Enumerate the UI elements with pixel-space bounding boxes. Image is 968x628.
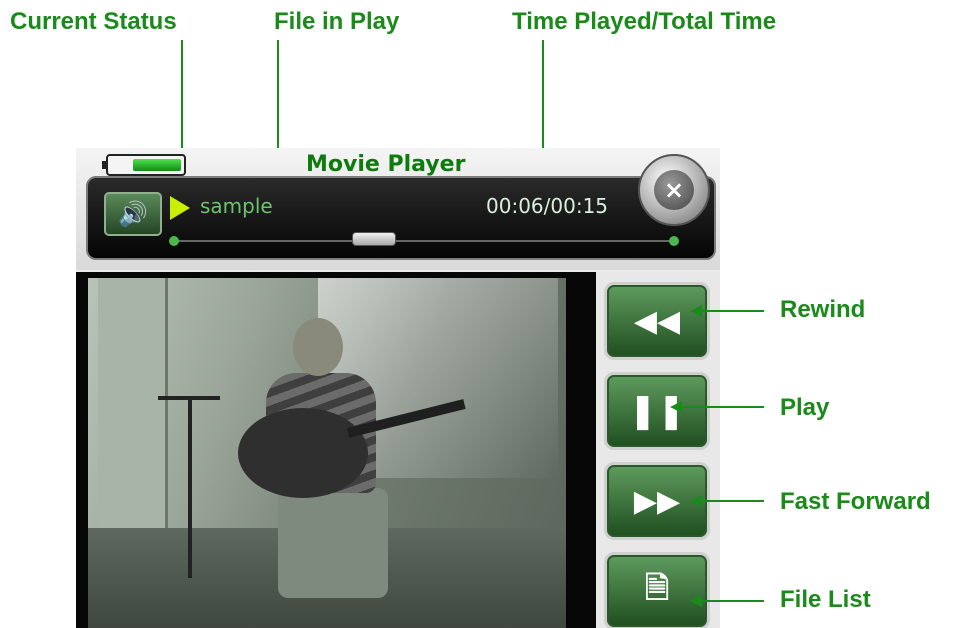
battery-nub [102, 161, 106, 169]
volume-icon: 🔊 [118, 200, 148, 228]
time-display: 00:06/00:15 [486, 194, 609, 218]
status-bar: 🔊 sample 00:06/00:15 [86, 176, 716, 260]
movie-player-device: Movie Player 🔊 sample 00:06/00:15 × ◀◀ ❚… [76, 148, 720, 628]
callout-file-in-play: File in Play [274, 8, 400, 35]
callout-arrow-rewind [690, 305, 702, 317]
video-area[interactable] [76, 272, 596, 628]
callout-line-rewind [700, 310, 764, 312]
video-person-legs [278, 488, 388, 598]
play-pause-button[interactable]: ❚❚ [604, 372, 710, 450]
volume-button[interactable]: 🔊 [104, 192, 162, 236]
play-status-icon [170, 196, 190, 220]
battery-icon [102, 154, 186, 176]
callout-arrow-fast-forward [690, 495, 702, 507]
callout-line-file-list [700, 600, 764, 602]
seek-thumb[interactable] [352, 232, 396, 246]
callout-rewind: Rewind [780, 296, 866, 323]
callout-line-fast-forward [700, 500, 764, 502]
control-panel: ◀◀ ❚❚ ▶▶ 🗎 [596, 272, 720, 628]
callout-arrow-play [670, 401, 682, 413]
video-music-stand [188, 398, 192, 578]
callout-fast-forward: Fast Forward [780, 488, 931, 515]
rewind-button[interactable]: ◀◀ [604, 282, 710, 360]
app-title: Movie Player [306, 152, 466, 177]
player-top-bar: Movie Player 🔊 sample 00:06/00:15 × [76, 148, 720, 270]
video-frame [88, 278, 566, 628]
fast-forward-icon: ▶▶ [633, 483, 681, 519]
video-person-head [293, 318, 343, 376]
rewind-icon: ◀◀ [633, 303, 681, 339]
close-button[interactable]: × [638, 154, 710, 226]
callout-time-played: Time Played/Total Time [512, 8, 777, 35]
callout-line-play [680, 406, 764, 408]
callout-play: Play [780, 394, 830, 421]
file-list-button[interactable]: 🗎 [604, 552, 710, 628]
callout-current-status: Current Status [10, 8, 177, 35]
seek-start-dot [169, 236, 179, 246]
callout-arrow-file-list [690, 595, 702, 607]
battery-level-fill [133, 159, 181, 171]
file-name: sample [200, 194, 273, 218]
seek-bar[interactable] [169, 232, 679, 246]
video-guitar [238, 408, 368, 498]
file-list-icon: 🗎 [644, 570, 670, 606]
seek-end-dot [669, 236, 679, 246]
close-icon: × [654, 170, 694, 210]
callout-file-list: File List [780, 586, 871, 613]
